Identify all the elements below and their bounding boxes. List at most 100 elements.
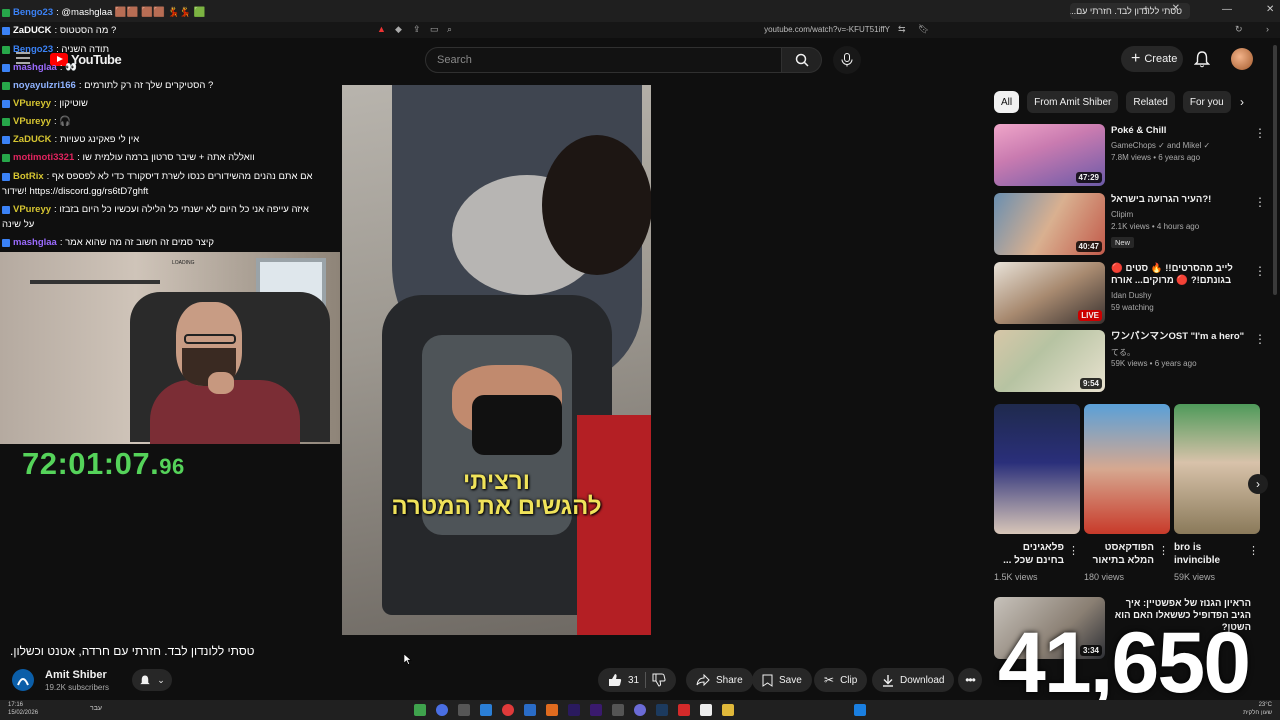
new-tab-icon[interactable]: +	[1143, 4, 1149, 15]
more-vertical-icon[interactable]: ⋮	[1254, 264, 1266, 278]
thumbs-down-icon[interactable]	[652, 673, 666, 687]
filter-chip[interactable]: For you	[1182, 91, 1231, 113]
recommendation-item[interactable]: LIVE לייב מהסרטים!! 🔥 סטים 🔴 בגונתם!? 🔴 מ…	[994, 262, 1269, 326]
share-button[interactable]: Share	[686, 668, 753, 692]
more-vertical-icon[interactable]: ⋮	[1248, 544, 1259, 557]
chat-message: mashglaa: 👀	[2, 62, 77, 73]
share-page-icon[interactable]: ⇪	[413, 24, 421, 35]
channel-avatar[interactable]	[12, 669, 34, 691]
chat-username[interactable]: BotRix	[13, 171, 44, 182]
recommendation-channel[interactable]: Idan Dushy	[1111, 291, 1151, 300]
short-thumbnail[interactable]	[994, 404, 1080, 534]
voice-search-button[interactable]	[833, 46, 861, 74]
chat-username[interactable]: noyayulzri166	[13, 80, 76, 91]
app-icon-14[interactable]	[700, 704, 712, 716]
bookmark-icon[interactable]: 🔖︎	[918, 24, 929, 35]
recommendation-channel[interactable]: Clipim	[1111, 210, 1133, 219]
search-button[interactable]	[782, 47, 822, 73]
more-vertical-icon[interactable]: ⋮	[1254, 126, 1266, 140]
file-explorer-icon[interactable]	[722, 704, 734, 716]
create-button[interactable]: + Create	[1121, 46, 1183, 72]
filter-chip[interactable]: Related	[1126, 91, 1175, 113]
app-icon-4[interactable]	[480, 704, 492, 716]
reload-icon[interactable]: ↻	[1235, 24, 1243, 35]
window-close-icon[interactable]: ✕	[1266, 4, 1274, 15]
extension-icon[interactable]: ◆	[395, 24, 402, 35]
short-thumbnail[interactable]	[1174, 404, 1260, 534]
short-title[interactable]: bro is invincible	[1174, 541, 1244, 567]
browser-icon[interactable]	[678, 704, 690, 716]
more-vertical-icon[interactable]: ⋮	[1068, 544, 1079, 557]
recommendation-item[interactable]: 47:29 Poké & Chill GameChops ✓ and Mikel ✓…	[994, 124, 1269, 188]
after-effects-icon[interactable]	[568, 704, 580, 716]
short-views: 59K views	[1174, 572, 1216, 582]
chat-username[interactable]: motimoti3321	[13, 152, 74, 163]
short-title[interactable]: הפודקאסט המלא בתיאור	[1084, 541, 1154, 567]
chat-username[interactable]: VPureyy	[13, 204, 51, 215]
save-button[interactable]: Save	[752, 668, 812, 692]
chat-username[interactable]: VPureyy	[13, 98, 51, 109]
premiere-icon[interactable]	[590, 704, 602, 716]
weather-temp: 23°C	[1258, 702, 1272, 708]
filter-chip[interactable]: All	[994, 91, 1020, 113]
taskbar-language[interactable]: עבר	[90, 705, 102, 712]
chevron-right-icon[interactable]: ›	[1240, 95, 1244, 109]
chat-message: BotRix: אם אתם נהנים מהשידורים כנסו לשרת…	[2, 171, 313, 182]
subscribed-notification-button[interactable]: ⌄	[132, 669, 172, 691]
chat-username[interactable]: Bengo23	[13, 44, 53, 55]
page-scrollbar[interactable]	[1273, 45, 1277, 295]
channel-name[interactable]: Amit Shiber	[45, 669, 107, 681]
back-icon[interactable]: ›	[1266, 24, 1269, 34]
chat-username[interactable]: Bengo23	[13, 7, 53, 18]
shield-icon[interactable]: ▲	[377, 24, 386, 34]
app-icon-3[interactable]	[458, 704, 470, 716]
short-title[interactable]: פלאגינים בחינם שכל ...	[994, 541, 1064, 567]
search-input[interactable]: Search	[425, 47, 782, 73]
shorts-next-button[interactable]: ›	[1248, 474, 1268, 494]
chat-username[interactable]: ZaDUCK	[13, 25, 52, 36]
download-icon	[883, 674, 893, 687]
recommendation-channel[interactable]: てる。	[1111, 347, 1135, 358]
short-views: 1.5K views	[994, 572, 1038, 582]
app-icon-10[interactable]	[612, 704, 624, 716]
short-thumbnail[interactable]	[1084, 404, 1170, 534]
download-button[interactable]: Download	[872, 668, 955, 692]
filter-chip[interactable]: From Amit Shiber	[1027, 91, 1119, 113]
chat-text: : מה הסטטוס ?	[54, 25, 117, 36]
chat-message: Bengo23: @mashglaa 🟫🟫 🟫🟫 💃💃 🟩	[2, 7, 206, 18]
taskbar-weather[interactable]: 23°C שעון חלקית	[1243, 701, 1272, 717]
app-icon-1[interactable]	[414, 704, 426, 716]
app-icon-7[interactable]	[546, 704, 558, 716]
chat-username[interactable]: VPureyy	[13, 116, 51, 127]
screenshot-icon[interactable]: ▭	[430, 24, 439, 35]
app-icon-2[interactable]	[436, 704, 448, 716]
clip-button[interactable]: ✂ Clip	[814, 668, 868, 692]
app-icon-5[interactable]	[502, 704, 514, 716]
like-button[interactable]: 31	[608, 673, 639, 687]
more-vertical-icon[interactable]: ⋮	[1254, 332, 1266, 346]
chat-username[interactable]: mashglaa	[13, 237, 57, 248]
notifications-bell-icon[interactable]	[1194, 50, 1210, 68]
chat-username[interactable]: mashglaa	[13, 62, 57, 73]
chevron-down-icon: ⌄	[157, 674, 165, 685]
close-tab-icon[interactable]: ✕	[1172, 3, 1180, 14]
recommendation-channel[interactable]: GameChops ✓ and Mikel ✓	[1111, 141, 1210, 150]
search-page-icon[interactable]: ⌕	[447, 24, 452, 35]
translate-icon[interactable]: ⇆	[898, 24, 906, 35]
more-vertical-icon[interactable]: ⋮	[1254, 195, 1266, 209]
video-player[interactable]: ורציתי להגשים את המטרה	[342, 85, 651, 635]
chat-badge-icon	[2, 135, 10, 144]
app-icon-12[interactable]	[656, 704, 668, 716]
recommendation-item[interactable]: 40:47 העיר הגרועה בישראל?! Clipim 2.1K view…	[994, 193, 1269, 257]
recommendation-item[interactable]: 9:54 ワンパンマンOST "I'm a hero" てる。 59K views •…	[994, 330, 1269, 394]
app-icon-6[interactable]	[524, 704, 536, 716]
taskbar-clock[interactable]: 17:16 15/02/2026	[8, 701, 38, 717]
app-icon-11[interactable]	[634, 704, 646, 716]
more-vertical-icon[interactable]: ⋮	[1158, 544, 1169, 557]
more-actions-button[interactable]: •••	[958, 668, 982, 692]
minimize-icon[interactable]: —	[1222, 4, 1232, 15]
url-field[interactable]: youtube.com/watch?v=-KFUT51iffY	[760, 25, 890, 34]
windows-start-icon[interactable]	[854, 704, 866, 716]
account-avatar[interactable]	[1231, 48, 1253, 70]
chat-username[interactable]: ZaDUCK	[13, 134, 52, 145]
